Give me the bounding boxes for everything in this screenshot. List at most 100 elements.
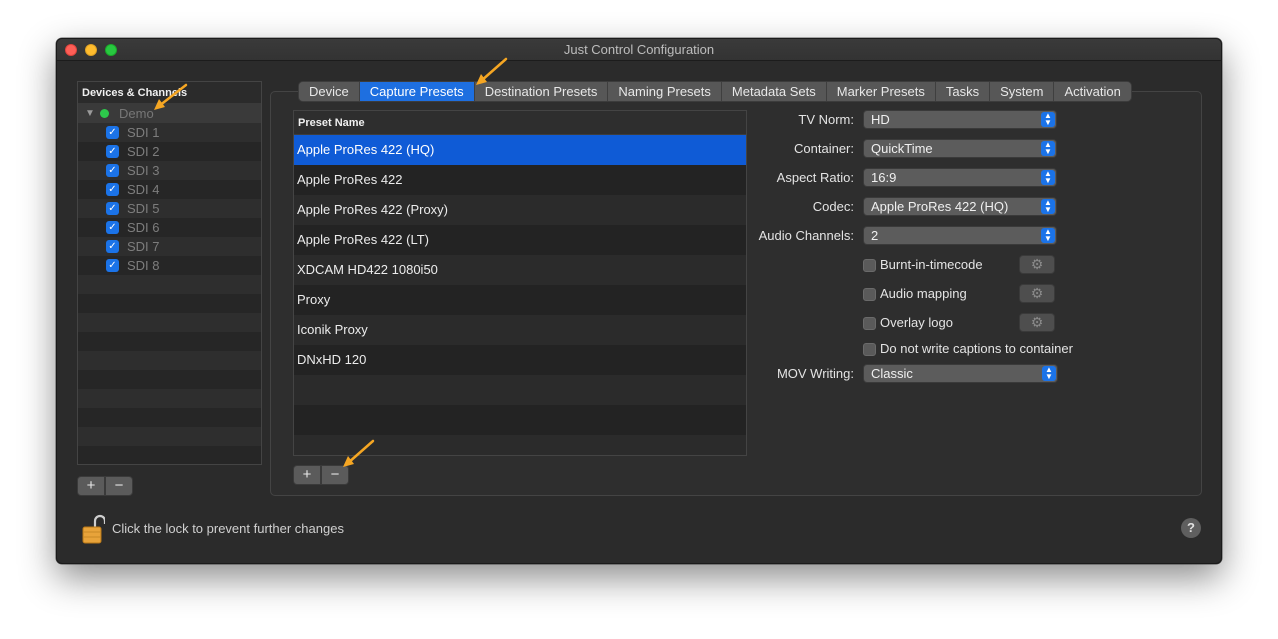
annotation-arrow-icon (154, 83, 188, 110)
help-button[interactable]: ? (1181, 518, 1201, 538)
lock-status-text: Click the lock to prevent further change… (112, 521, 344, 536)
annotation-arrow-icon (343, 439, 375, 467)
channel-label: SDI 1 (127, 125, 160, 140)
mov-writing-popup[interactable]: Classic ▲ ▼ (863, 364, 1058, 383)
popup-chevrons-icon: ▲ ▼ (1041, 228, 1055, 243)
popup-chevrons-icon: ▲ ▼ (1041, 199, 1055, 214)
audio-mapping-settings-button[interactable]: ⚙ (1019, 284, 1055, 303)
empty-row (78, 351, 261, 370)
channel-row[interactable]: ✓ SDI 5 (78, 199, 261, 218)
tab-naming-presets[interactable]: Naming Presets (608, 82, 722, 101)
overlay-logo-checkbox[interactable] (863, 317, 876, 330)
aspect-ratio-popup[interactable]: 16:9 ▲ ▼ (863, 168, 1057, 187)
channel-label: SDI 2 (127, 144, 160, 159)
channel-row[interactable]: ✓ SDI 2 (78, 142, 261, 161)
preset-list: Preset Name Apple ProRes 422 (HQ) Apple … (293, 110, 747, 456)
gear-icon: ⚙ (1030, 314, 1044, 330)
channel-row[interactable]: ✓ SDI 8 (78, 256, 261, 275)
popup-chevrons-icon: ▲ ▼ (1041, 170, 1055, 185)
preset-row[interactable]: Proxy (294, 285, 746, 315)
audio-mapping-label[interactable]: Audio mapping (880, 286, 967, 301)
checkbox-checked-icon[interactable]: ✓ (106, 240, 119, 253)
checkbox-checked-icon[interactable]: ✓ (106, 183, 119, 196)
channel-label: SDI 3 (127, 163, 160, 178)
checkbox-checked-icon[interactable]: ✓ (106, 202, 119, 215)
unlocked-padlock-icon[interactable] (81, 513, 105, 545)
channel-row[interactable]: ✓ SDI 1 (78, 123, 261, 142)
channel-row[interactable]: ✓ SDI 6 (78, 218, 261, 237)
empty-row (294, 405, 746, 435)
empty-row (78, 332, 261, 351)
tab-device[interactable]: Device (299, 82, 360, 101)
overlay-logo-settings-button[interactable]: ⚙ (1019, 313, 1055, 332)
audio-channels-value: 2 (871, 228, 879, 243)
add-device-button[interactable]: + (77, 476, 105, 496)
container-popup[interactable]: QuickTime ▲ ▼ (863, 139, 1057, 158)
channel-label: SDI 6 (127, 220, 160, 235)
codec-value: Apple ProRes 422 (HQ) (871, 199, 1009, 214)
disclosure-triangle-icon[interactable]: ▼ (85, 104, 95, 123)
empty-row (78, 427, 261, 446)
status-dot-icon (100, 109, 109, 118)
channel-row[interactable]: ✓ SDI 7 (78, 237, 261, 256)
audio-channels-label: Audio Channels: (758, 228, 854, 243)
empty-row (78, 370, 261, 389)
channel-row[interactable]: ✓ SDI 4 (78, 180, 261, 199)
window-title: Just Control Configuration (563, 42, 715, 57)
gear-icon: ⚙ (1030, 256, 1044, 272)
mov-writing-value: Classic (871, 366, 913, 381)
overlay-logo-label[interactable]: Overlay logo (880, 315, 953, 330)
remove-device-button[interactable]: − (105, 476, 133, 496)
tv-norm-label: TV Norm: (798, 112, 854, 127)
empty-row (78, 446, 261, 464)
container-value: QuickTime (871, 141, 933, 156)
empty-row (78, 313, 261, 332)
channel-label: SDI 4 (127, 182, 160, 197)
channel-label: SDI 5 (127, 201, 160, 216)
no-captions-checkbox[interactable] (863, 343, 876, 356)
checkbox-checked-icon[interactable]: ✓ (106, 164, 119, 177)
tab-marker-presets[interactable]: Marker Presets (826, 82, 936, 101)
channel-row[interactable]: ✓ SDI 3 (78, 161, 261, 180)
tv-norm-value: HD (871, 112, 890, 127)
tv-norm-popup[interactable]: HD ▲ ▼ (863, 110, 1057, 129)
checkbox-checked-icon[interactable]: ✓ (106, 145, 119, 158)
popup-chevrons-icon: ▲ ▼ (1041, 141, 1055, 156)
empty-row (78, 389, 261, 408)
container-label: Container: (794, 141, 854, 156)
mov-writing-label: MOV Writing: (776, 366, 854, 381)
audio-channels-popup[interactable]: 2 ▲ ▼ (863, 226, 1057, 245)
configuration-window: Just Control Configuration Devices & Cha… (56, 38, 1222, 564)
audio-mapping-checkbox[interactable] (863, 288, 876, 301)
tab-tasks[interactable]: Tasks (935, 82, 991, 101)
tab-capture-presets[interactable]: Capture Presets (359, 82, 475, 101)
burnt-in-timecode-label[interactable]: Burnt-in-timecode (880, 257, 983, 272)
preset-row[interactable]: Iconik Proxy (294, 315, 746, 345)
codec-label: Codec: (812, 199, 854, 214)
burnt-in-timecode-settings-button[interactable]: ⚙ (1019, 255, 1055, 274)
checkbox-checked-icon[interactable]: ✓ (106, 259, 119, 272)
tab-metadata-sets[interactable]: Metadata Sets (721, 82, 827, 101)
preset-row[interactable]: XDCAM HD422 1080i50 (294, 255, 746, 285)
aspect-ratio-label: Aspect Ratio: (776, 170, 854, 185)
annotation-arrow-icon (476, 57, 508, 85)
empty-row (78, 408, 261, 427)
tab-system[interactable]: System (990, 82, 1055, 101)
tab-bar: Device Capture Presets Destination Prese… (298, 81, 1132, 102)
checkbox-checked-icon[interactable]: ✓ (106, 221, 119, 234)
no-captions-label[interactable]: Do not write captions to container (880, 341, 1073, 356)
tab-activation[interactable]: Activation (1054, 82, 1131, 101)
codec-popup[interactable]: Apple ProRes 422 (HQ) ▲ ▼ (863, 197, 1057, 216)
device-group-label: Demo (119, 106, 154, 121)
empty-row (78, 275, 261, 294)
burnt-in-timecode-checkbox[interactable] (863, 259, 876, 272)
aspect-ratio-value: 16:9 (871, 170, 897, 185)
devices-rows: ▼ Demo ✓ SDI 1 ✓ SDI 2 ✓ SDI 3 ✓ SDI 4 ✓ SDI … (78, 104, 261, 464)
channel-label: SDI 8 (127, 258, 160, 273)
checkbox-checked-icon[interactable]: ✓ (106, 126, 119, 139)
add-preset-button[interactable]: + (293, 465, 321, 485)
empty-row (78, 294, 261, 313)
title-bar[interactable]: Just Control Configuration (57, 39, 1221, 61)
gear-icon: ⚙ (1030, 285, 1044, 301)
devices-channels-list: Devices & Channels ▼ Demo ✓ SDI 1 ✓ SDI 2 … (77, 81, 262, 465)
